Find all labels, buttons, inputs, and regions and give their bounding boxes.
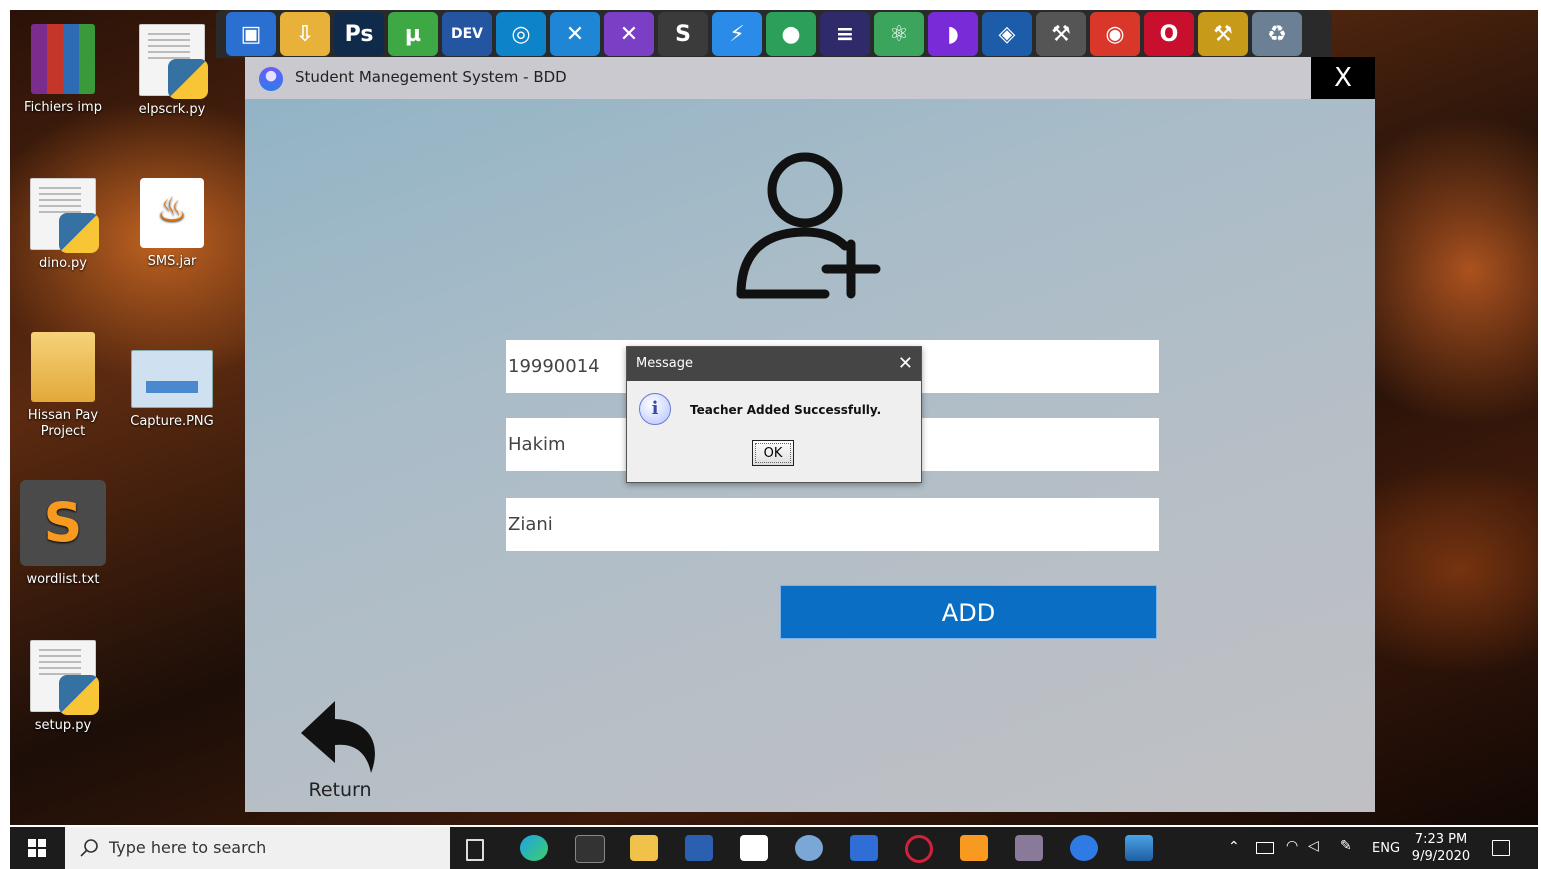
desktop-icon-elpscrk[interactable]: elpscrk.py bbox=[122, 24, 222, 118]
paint-icon[interactable] bbox=[795, 835, 823, 861]
python-file-icon bbox=[30, 640, 99, 715]
language-indicator[interactable]: ENG bbox=[1372, 841, 1400, 856]
last-name-input[interactable]: Ziani bbox=[506, 498, 1159, 551]
show-hidden-icons-chevron-icon[interactable]: ⌃ bbox=[1228, 839, 1240, 855]
edge-browser-icon[interactable] bbox=[520, 835, 548, 861]
add-button[interactable]: ADD bbox=[780, 585, 1157, 639]
dock-app-icon[interactable]: ✕ bbox=[550, 12, 600, 56]
dialog-title: Message bbox=[636, 356, 693, 371]
search-placeholder: Type here to search bbox=[109, 838, 267, 857]
desktop-icon-label: wordlist.txt bbox=[26, 572, 100, 587]
clock-time: 7:23 PM bbox=[1414, 832, 1468, 847]
desktop-icon-hissan-pay[interactable]: Hissan Pay Project bbox=[13, 332, 113, 440]
message-dialog: Message ✕ i Teacher Added Successfully. … bbox=[626, 346, 922, 483]
terminal-icon[interactable] bbox=[575, 835, 605, 863]
volume-icon[interactable]: ◁ bbox=[1308, 838, 1319, 854]
desktop-icon-label: Hissan Pay Project bbox=[27, 408, 99, 439]
battery-icon[interactable] bbox=[1256, 842, 1274, 854]
word-icon[interactable] bbox=[685, 835, 713, 861]
clock-date: 9/9/2020 bbox=[1411, 849, 1471, 864]
dock-app-icon[interactable]: DEV bbox=[442, 12, 492, 56]
dock-app-icon[interactable]: ⚒ bbox=[1036, 12, 1086, 56]
search-icon bbox=[80, 839, 98, 857]
python-file-icon bbox=[139, 24, 208, 99]
task-view-icon[interactable] bbox=[466, 839, 484, 861]
dock-app-icon[interactable]: ▣ bbox=[226, 12, 276, 56]
dock-app-icon[interactable]: ⇩ bbox=[280, 12, 330, 56]
dock-app-icon[interactable]: ⚛ bbox=[874, 12, 924, 56]
desktop-icon-label: dino.py bbox=[39, 256, 87, 271]
return-arrow-icon bbox=[301, 701, 375, 773]
return-label: Return bbox=[308, 779, 372, 801]
dock-app-icon[interactable]: ◗ bbox=[928, 12, 978, 56]
dock-app-icon[interactable]: ⚒ bbox=[1198, 12, 1248, 56]
dock-app-icon[interactable]: ◉ bbox=[1090, 12, 1140, 56]
desktop-icon-label: Fichiers imp bbox=[24, 100, 102, 115]
information-icon: i bbox=[639, 393, 671, 425]
file-explorer-icon[interactable] bbox=[630, 835, 658, 861]
photos-icon[interactable] bbox=[1125, 835, 1153, 861]
store-icon[interactable] bbox=[740, 835, 768, 861]
desktop-icon-sms-jar[interactable]: ♨ SMS.jar bbox=[122, 178, 222, 270]
dialog-title-bar[interactable]: Message ✕ bbox=[627, 347, 921, 381]
settings-app-icon[interactable] bbox=[1015, 835, 1043, 861]
desktop-icon-fichiers-imp[interactable]: Fichiers imp bbox=[13, 24, 113, 116]
desktop-icon-label: Capture.PNG bbox=[130, 414, 214, 429]
desktop-icon-label: SMS.jar bbox=[147, 254, 197, 269]
user-app-icon[interactable] bbox=[1070, 835, 1098, 861]
image-file-icon bbox=[131, 350, 213, 408]
folder-icon bbox=[31, 332, 95, 402]
desktop-icon-wordlist[interactable]: S wordlist.txt bbox=[13, 480, 113, 588]
taskbar-search-box[interactable]: Type here to search bbox=[65, 827, 450, 869]
dialog-message: Teacher Added Successfully. bbox=[690, 403, 882, 417]
taskbar: Type here to search ⌃ ◠ ◁ ✎ ENG 7:23 PM … bbox=[10, 827, 1538, 869]
sublime-text-icon[interactable] bbox=[960, 835, 988, 861]
dock-app-icon[interactable]: µ bbox=[388, 12, 438, 56]
windows-start-icon[interactable] bbox=[28, 839, 46, 857]
dock-app-icon[interactable]: O bbox=[1144, 12, 1194, 56]
ok-button[interactable]: OK bbox=[752, 440, 794, 466]
wifi-icon[interactable]: ◠ bbox=[1286, 838, 1298, 854]
desktop-icon-capture-png[interactable]: Capture.PNG bbox=[122, 350, 222, 430]
desktop-icon-dino[interactable]: dino.py bbox=[13, 178, 113, 272]
dock-app-icon[interactable]: Ps bbox=[334, 12, 384, 56]
app-dock: ▣ ⇩ Ps µ DEV ◎ ✕ ✕ S ⚡ ● ≡ ⚛ ◗ ◈ ⚒ ◉ O ⚒ ♻ bbox=[216, 10, 1332, 58]
dock-app-icon[interactable]: S bbox=[658, 12, 708, 56]
return-button[interactable]: Return bbox=[297, 697, 383, 801]
desktop-icon-setup[interactable]: setup.py bbox=[13, 640, 113, 734]
dock-app-icon[interactable]: ♻ bbox=[1252, 12, 1302, 56]
dock-app-icon[interactable]: ◈ bbox=[982, 12, 1032, 56]
dock-app-icon[interactable]: ≡ bbox=[820, 12, 870, 56]
pen-icon[interactable]: ✎ bbox=[1340, 838, 1352, 854]
java-cup-icon: ♨ bbox=[140, 178, 204, 248]
opera-icon[interactable] bbox=[905, 835, 933, 863]
window-title-bar[interactable]: Student Manegement System - BDD X bbox=[245, 57, 1375, 99]
window-title: Student Manegement System - BDD bbox=[295, 68, 567, 86]
sublime-text-icon: S bbox=[20, 480, 106, 566]
dock-app-icon[interactable]: ◎ bbox=[496, 12, 546, 56]
notification-center-icon[interactable] bbox=[1492, 840, 1510, 856]
powershell-icon[interactable] bbox=[850, 835, 878, 861]
dock-app-icon[interactable]: ⚡ bbox=[712, 12, 762, 56]
close-window-button[interactable]: X bbox=[1311, 57, 1375, 99]
desktop-icon-label: elpscrk.py bbox=[138, 102, 206, 117]
winrar-archive-icon bbox=[31, 24, 95, 94]
taskbar-clock[interactable]: 7:23 PM 9/9/2020 bbox=[1406, 831, 1476, 865]
desktop-icon-label: setup.py bbox=[34, 718, 92, 733]
user-app-icon bbox=[259, 67, 283, 91]
dock-app-icon[interactable]: ● bbox=[766, 12, 816, 56]
python-file-icon bbox=[30, 178, 99, 253]
dock-app-icon[interactable]: ✕ bbox=[604, 12, 654, 56]
dialog-close-icon[interactable]: ✕ bbox=[898, 347, 913, 381]
add-user-icon bbox=[736, 152, 881, 299]
